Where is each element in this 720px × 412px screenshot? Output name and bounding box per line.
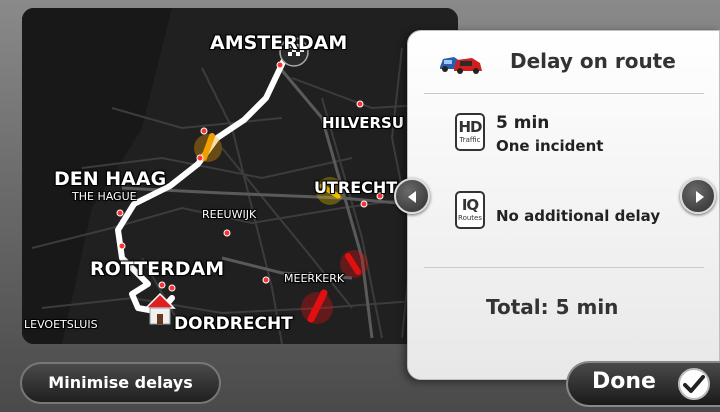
divider [424,93,704,94]
hd-badge-main: HD [458,118,482,136]
iq-badge-sub: Routes [458,214,482,222]
iq-routes-detail: No additional delay [496,207,661,225]
hd-traffic-detail: One incident [496,137,604,155]
hd-badge-sub: Traffic [459,136,481,144]
traffic-cars-icon [440,57,482,74]
panel-title: Delay on route [510,49,676,73]
previous-button[interactable] [394,178,430,214]
city-label-amsterdam: AMSTERDAM [210,32,348,54]
city-label-utrecht: UTRECHT [314,178,398,197]
total-delay: Total: 5 min [486,295,619,319]
route-map[interactable]: AMSTERDAM HILVERSU DEN HAAG THE HAGUE UT… [22,8,458,344]
city-label-hilversum: HILVERSU [322,114,405,132]
city-label-hellevoetsluis: LEVOETSLUIS [24,318,98,331]
city-label-meerkerk: MEERKERK [284,272,345,285]
delay-panel: Delay on route HD Traffic 5 min One inci… [407,30,720,380]
done-button[interactable]: Done [566,361,720,407]
arrow-right-icon [696,191,704,203]
iq-badge-main: IQ [461,196,479,214]
city-label-the-hague: THE HAGUE [72,190,137,203]
next-button[interactable] [680,178,716,214]
city-label-reeuwijk: REEUWIJK [202,208,257,221]
minimise-delays-button[interactable]: Minimise delays [20,362,221,404]
done-label: Done [592,369,656,394]
iq-routes-badge-icon: IQ Routes [455,191,485,229]
city-label-dordrecht: DORDRECHT [174,314,293,334]
arrow-left-icon [408,191,416,203]
city-label-rotterdam: ROTTERDAM [90,258,225,280]
city-label-den-haag: DEN HAAG [54,168,167,190]
hd-traffic-delay: 5 min [496,113,550,133]
hd-traffic-badge-icon: HD Traffic [455,113,485,151]
checkmark-icon [678,368,710,400]
divider [424,267,704,268]
